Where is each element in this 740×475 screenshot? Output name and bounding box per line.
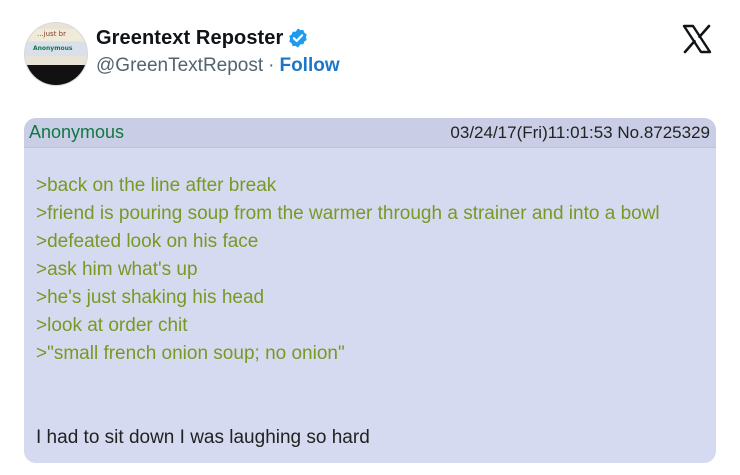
post-closing-text: I had to sit down I was laughing so hard	[36, 427, 370, 448]
avatar-top-strip: ...just br	[25, 29, 87, 41]
display-name[interactable]: Greentext Reposter	[96, 27, 283, 50]
greentext-line: >look at order chit	[36, 315, 188, 336]
post-author: Anonymous	[29, 122, 125, 142]
post-header: Anonymous 03/24/17(Fri)11:01:53 No.87253…	[24, 118, 716, 148]
name-line: Greentext Reposter	[96, 24, 309, 52]
avatar[interactable]: ...just br Anonymous	[24, 22, 88, 86]
avatar-top-text: ...just br	[37, 30, 66, 38]
greentext-line: >friend is pouring soup from the warmer …	[36, 203, 660, 224]
greentext-line: >ask him what's up	[36, 259, 198, 280]
x-logo-icon[interactable]	[682, 24, 712, 54]
verified-badge-icon	[287, 27, 309, 49]
greentext-line: >defeated look on his face	[36, 231, 259, 252]
handle-line: @GreenTextRepost · Follow	[96, 53, 340, 79]
embedded-post-image[interactable]: Anonymous 03/24/17(Fri)11:01:53 No.87253…	[24, 118, 716, 463]
avatar-name-text: Anonymous	[33, 45, 73, 52]
separator-dot: ·	[268, 55, 275, 76]
post-body: >back on the line after break >friend is…	[36, 172, 706, 368]
tweet-card: ...just br Anonymous Greentext Reposter …	[0, 0, 740, 475]
avatar-dark-area	[25, 65, 87, 85]
greentext-line: >"small french onion soup; no onion"	[36, 343, 345, 364]
greentext-line: >back on the line after break	[36, 175, 277, 196]
greentext-line: >he's just shaking his head	[36, 287, 265, 308]
avatar-name-strip: Anonymous	[25, 42, 87, 56]
handle[interactable]: @GreenTextRepost	[96, 55, 263, 77]
post-meta: 03/24/17(Fri)11:01:53 No.8725329	[450, 123, 710, 142]
follow-button[interactable]: Follow	[279, 55, 339, 77]
